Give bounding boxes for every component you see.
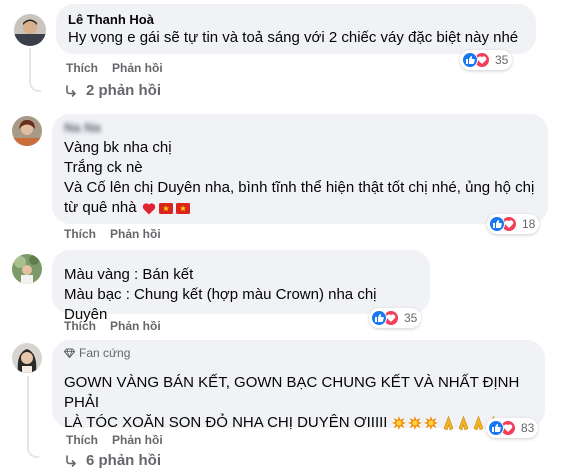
comment-text-last-line: LÀ TÓC XOĂN SON ĐỎ NHA CHỊ DUYÊN ƠIIIII [64, 413, 533, 433]
comment-text: Trắng ck nè [64, 159, 143, 176]
comment-bubble: Màu vàng : Bán kết Màu bạc : Chung kết (… [52, 250, 430, 323]
comment-actions: Thích Phản hồi [66, 433, 177, 447]
collision-icon [392, 416, 407, 430]
reply-arrow-icon [66, 454, 76, 467]
praying-hands-icon [474, 415, 484, 431]
like-button[interactable]: Thích [64, 227, 96, 241]
comment-text: Và Cố lên chị Duyên nha, bình tĩnh thể h… [64, 179, 535, 196]
reply-button[interactable]: Phản hồi [110, 319, 161, 333]
like-button[interactable]: Thích [64, 319, 96, 333]
like-reaction-icon [462, 52, 478, 68]
fan-badge: Fan cứng [64, 346, 533, 360]
reaction-count: 35 [495, 53, 509, 67]
reply-button[interactable]: Phản hồi [110, 227, 161, 241]
like-button[interactable]: Thích [66, 61, 98, 75]
red-heart-icon [142, 202, 155, 214]
comment-bubble: Na Na Vàng bk nha chị Trắng ck nè Và Cố … [52, 114, 548, 224]
like-reaction-icon [371, 310, 387, 326]
replies-count: 6 phản hồi [86, 452, 161, 469]
comment-text: GOWN VÀNG BÁN KẾT, GOWN BẠC CHUNG KẾT VÀ… [64, 374, 520, 411]
replies-count: 2 phản hồi [86, 82, 161, 99]
comment-author[interactable]: Na Na [64, 120, 536, 136]
thread-line [29, 48, 31, 78]
comment-author[interactable]: Lê Thanh Hoà [68, 12, 524, 28]
collision-icon [424, 416, 439, 430]
comment-actions: Thích Phản hồi [66, 61, 177, 75]
thread-line [27, 444, 39, 458]
avatar[interactable] [12, 116, 42, 146]
comment-text: Màu vàng : Bán kết [64, 266, 194, 283]
view-replies-link[interactable]: 2 phản hồi [64, 82, 161, 99]
avatar[interactable] [14, 14, 46, 46]
avatar[interactable] [12, 254, 42, 284]
avatar[interactable] [12, 343, 42, 373]
comment-text: LÀ TÓC XOĂN SON ĐỎ NHA CHỊ DUYÊN ƠIIIII [64, 414, 388, 431]
diamond-icon [64, 348, 75, 358]
vietnam-flag-icon [175, 202, 190, 214]
reply-button[interactable]: Phản hồi [112, 433, 163, 447]
reaction-summary[interactable]: 35 [460, 50, 513, 70]
reaction-summary[interactable]: 83 [486, 418, 539, 438]
comment-text: Vàng bk nha chị [64, 139, 172, 156]
thread-line [29, 78, 41, 92]
reaction-summary[interactable]: 35 [369, 308, 422, 328]
comment-text-last-line: từ quê nhà [64, 198, 536, 218]
praying-hands-icon [444, 415, 454, 431]
reaction-summary[interactable]: 18 [487, 214, 540, 234]
fan-badge-label: Fan cứng [79, 346, 131, 360]
reply-button[interactable]: Phản hồi [112, 61, 163, 75]
comment-actions: Thích Phản hồi [64, 319, 175, 333]
like-reaction-icon [489, 216, 505, 232]
comment-bubble: Fan cứng GOWN VÀNG BÁN KẾT, GOWN BẠC CHU… [52, 340, 545, 431]
comment-text: từ quê nhà [64, 199, 137, 216]
comment-actions: Thích Phản hồi [64, 227, 175, 241]
comment-text: Hy vọng e gái sẽ tự tin và toả sáng với … [68, 29, 519, 46]
view-replies-link[interactable]: 6 phản hồi [64, 452, 161, 469]
emoji-group [391, 415, 501, 431]
reaction-count: 35 [404, 311, 418, 325]
reaction-count: 83 [521, 421, 535, 435]
like-reaction-icon [488, 420, 504, 436]
collision-icon [408, 416, 423, 430]
reaction-count: 18 [522, 217, 536, 231]
vietnam-flag-icon [158, 202, 173, 214]
like-button[interactable]: Thích [66, 433, 98, 447]
thread-line [27, 376, 29, 444]
praying-hands-icon [459, 415, 469, 431]
reply-arrow-icon [66, 84, 76, 97]
comment-bubble: Lê Thanh Hoà Hy vọng e gái sẽ tự tin và … [56, 4, 536, 54]
